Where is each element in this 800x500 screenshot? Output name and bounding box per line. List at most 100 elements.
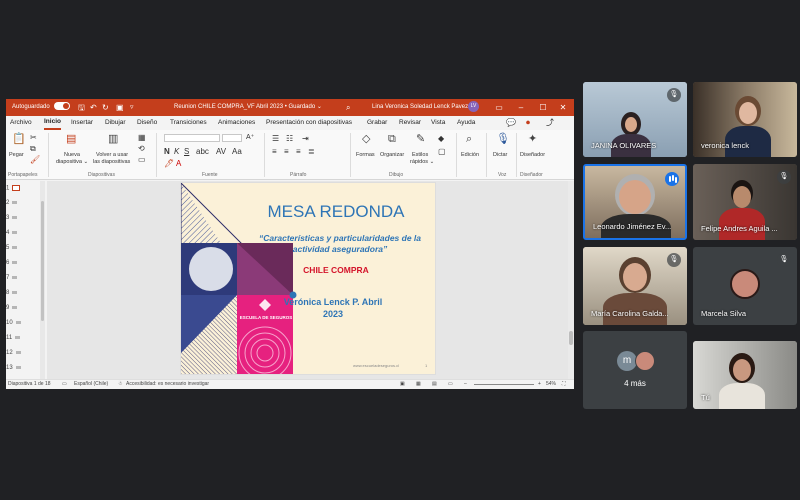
tab-ayuda[interactable]: Ayuda — [457, 116, 475, 130]
maximize-icon[interactable]: ☐ — [532, 99, 554, 116]
present-icon[interactable]: ▣ — [116, 99, 124, 116]
share-icon[interactable]: ⤴ — [546, 116, 554, 130]
thumbnail-item[interactable]: 13 — [6, 365, 21, 371]
minimize-icon[interactable]: – — [510, 99, 532, 116]
arrange-icon[interactable]: ⧉ — [388, 133, 396, 145]
slideshow-icon[interactable]: ▭ — [448, 380, 453, 389]
reading-view-icon[interactable]: ▤ — [432, 380, 437, 389]
participant-tile[interactable]: 🎙︎ María Carolina Galda... — [583, 247, 687, 325]
tab-revisar[interactable]: Revisar — [399, 116, 421, 130]
italic-icon[interactable]: K — [174, 146, 179, 158]
undo-icon[interactable]: ↶ — [90, 99, 97, 116]
new-slide-icon[interactable]: ▤ — [66, 133, 76, 145]
thumbnail-item[interactable]: 10 — [6, 320, 21, 326]
dictate-icon[interactable]: 🎙 — [496, 133, 510, 145]
zoom-out-icon[interactable]: – — [464, 380, 467, 389]
font-name-box[interactable] — [164, 134, 220, 142]
thumbnail-item[interactable]: 11 — [6, 335, 21, 341]
user-avatar[interactable]: LV — [468, 99, 479, 116]
tab-animaciones[interactable]: Animaciones — [218, 116, 255, 130]
justify-icon[interactable]: ≣ — [308, 146, 315, 158]
bold-icon[interactable]: N — [164, 146, 170, 158]
thumbnail-scrollbar[interactable] — [40, 181, 45, 379]
fit-slide-icon[interactable]: ⛶ — [562, 380, 566, 389]
normal-view-icon[interactable]: ▣ — [400, 380, 405, 389]
reuse-slides-button[interactable]: Volver a usar — [96, 152, 128, 159]
tab-diseno[interactable]: Diseño — [137, 116, 157, 130]
tab-archivo[interactable]: Archivo — [10, 116, 32, 130]
align-right-icon[interactable]: ≡ — [296, 146, 301, 158]
dictate-button[interactable]: Dictar — [493, 152, 507, 159]
strikethrough-icon[interactable]: abc — [196, 146, 209, 158]
participant-tile[interactable]: 🎙︎ Marcela Silva — [693, 247, 797, 325]
shape-outline-icon[interactable]: ▢ — [438, 146, 446, 158]
align-center-icon[interactable]: ≡ — [284, 146, 289, 158]
thumbnail-item[interactable]: 6 — [6, 260, 18, 266]
shapes-button[interactable]: Formas — [356, 152, 375, 159]
section-icon[interactable]: ▭ — [138, 154, 146, 166]
zoom-in-icon[interactable]: + — [538, 380, 541, 389]
sorter-view-icon[interactable]: ▦ — [416, 380, 421, 389]
spacing-icon[interactable]: AV — [216, 146, 226, 158]
indent-icon[interactable]: ⇥ — [302, 133, 309, 145]
new-slide-button[interactable]: Nueva — [64, 152, 80, 159]
zoom-level[interactable]: 54% — [546, 380, 556, 389]
editing-icon[interactable]: ⌕ — [466, 133, 472, 145]
quick-styles-icon[interactable]: ✎ — [416, 133, 425, 145]
thumbnail-item[interactable]: 9 — [6, 305, 18, 311]
slide-author[interactable]: Verónica Lenck P. Abril 2023 — [273, 296, 393, 320]
bullets-icon[interactable]: ☰ — [272, 133, 279, 145]
redo-icon[interactable]: ↻ — [102, 99, 109, 116]
slide-client[interactable]: CHILE COMPRA — [261, 265, 411, 275]
comments-icon[interactable]: 💬 — [506, 116, 516, 130]
notes-icon[interactable]: ▭ — [62, 380, 67, 389]
tab-grabar[interactable]: Grabar — [367, 116, 387, 130]
autosave-toggle[interactable] — [54, 99, 70, 116]
participant-tile[interactable]: 🎙︎ JANINA OLIVARES — [583, 82, 687, 157]
quick-access-more-icon[interactable]: ▿ — [130, 99, 134, 116]
slide-subtitle[interactable]: “Características y particularidades de l… — [249, 233, 431, 255]
font-size-box[interactable] — [222, 134, 242, 142]
align-left-icon[interactable]: ≡ — [272, 146, 277, 158]
highlight-icon[interactable]: 🖊 — [164, 158, 174, 170]
tab-vista[interactable]: Vista — [431, 116, 445, 130]
slide-canvas[interactable]: ESCUELA DE SEGUROS MESA REDONDA “Caracte… — [180, 182, 436, 375]
self-view-tile[interactable]: Tú — [693, 341, 797, 409]
thumbnail-item[interactable]: 2 — [6, 200, 18, 206]
participant-tile[interactable]: 🎙︎ Felipe Andres Aguila ... — [693, 164, 797, 240]
thumbnail-item[interactable]: 12 — [6, 350, 21, 356]
participant-tile-active-speaker[interactable]: Leonardo Jiménez Ev... — [583, 164, 687, 240]
tab-dibujar[interactable]: Dibujar — [105, 116, 126, 130]
more-participants-tile[interactable]: m 4 más — [583, 331, 687, 409]
accessibility-icon[interactable]: ☃ — [118, 380, 122, 389]
save-icon[interactable]: 🖫 — [78, 99, 85, 116]
tab-presentacion[interactable]: Presentación con diapositivas — [266, 116, 352, 130]
participant-tile[interactable]: veronica lenck — [693, 82, 797, 157]
change-case-icon[interactable]: Aa — [232, 146, 242, 158]
user-name[interactable]: Lina Veronica Soledad Lenck Pavez — [372, 99, 468, 116]
thumbnail-item[interactable]: 3 — [6, 215, 18, 221]
record-icon[interactable]: ⏺ — [526, 116, 530, 130]
editor-scrollbar[interactable] — [568, 181, 574, 379]
slide-title[interactable]: MESA REDONDA — [241, 202, 431, 222]
thumbnail-item[interactable]: 4 — [6, 230, 18, 236]
language-status[interactable]: Español (Chile) — [74, 380, 108, 389]
format-painter-icon[interactable]: 🖌 — [30, 154, 40, 166]
ribbon-display-icon[interactable]: ▭ — [488, 99, 510, 116]
tab-inicio[interactable]: Inicio — [44, 116, 61, 130]
thumbnail-item[interactable]: 5 — [6, 245, 18, 251]
paste-icon[interactable]: 📋 — [12, 133, 26, 145]
zoom-slider[interactable] — [474, 384, 534, 385]
tab-insertar[interactable]: Insertar — [71, 116, 93, 130]
thumbnail-item[interactable]: 8 — [6, 290, 18, 296]
close-icon[interactable]: ✕ — [552, 99, 574, 116]
tab-transiciones[interactable]: Transiciones — [170, 116, 207, 130]
arrange-button[interactable]: Organizar — [380, 152, 404, 159]
thumbnail-item[interactable]: 7 — [6, 275, 18, 281]
designer-button[interactable]: Diseñador — [520, 152, 545, 159]
shape-fill-icon[interactable]: ◆ — [438, 133, 444, 145]
reuse-slides-icon[interactable]: ▥ — [108, 133, 118, 145]
editing-button[interactable]: Edición — [461, 152, 479, 159]
numbering-icon[interactable]: ☷ — [286, 133, 293, 145]
accessibility-status[interactable]: Accesibilidad: es necesario investigar — [126, 380, 209, 389]
